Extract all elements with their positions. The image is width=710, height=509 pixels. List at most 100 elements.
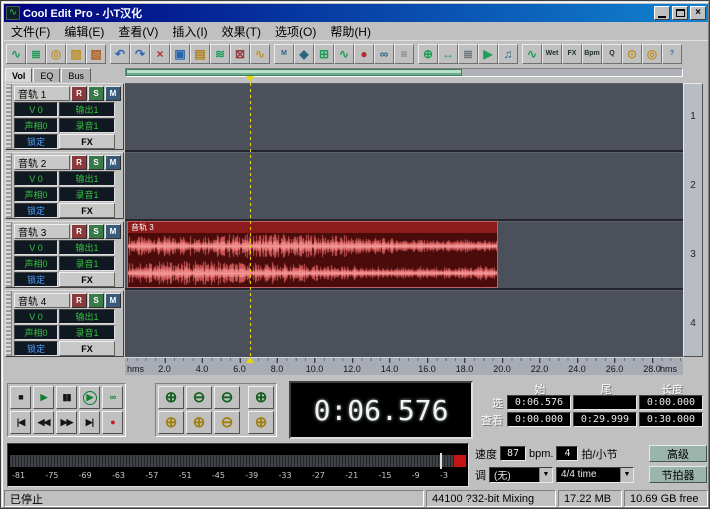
menu-effects[interactable]: 效果(T)	[215, 22, 268, 41]
loop-duplicate-icon[interactable]: ∞	[374, 43, 394, 64]
timeline-ruler[interactable]: hms hms 2.0 4.0 6.0 8.0 10.0 12.0 14.0 16.0 18.0…	[125, 357, 683, 375]
crossfade-icon[interactable]: ∿	[250, 43, 270, 64]
track-name-button[interactable]: 音轨 3	[14, 224, 70, 239]
mute-button[interactable]: M	[105, 224, 121, 239]
mute-button[interactable]: M	[105, 293, 121, 308]
zoom-out-button[interactable]: ⊖	[186, 386, 212, 409]
playhead-top-marker[interactable]	[246, 76, 254, 82]
menu-view[interactable]: 查看(V)	[111, 22, 165, 41]
quantize-icon[interactable]: Q	[602, 43, 622, 64]
play-looped-button[interactable]: ▶	[79, 386, 100, 409]
clock-icon[interactable]: ⊙	[622, 43, 642, 64]
cd-project-view-icon[interactable]: ◎	[46, 43, 66, 64]
output-button[interactable]: 输出1	[59, 171, 115, 186]
scrollbar-thumb[interactable]	[126, 69, 462, 76]
zoom-tool-icon[interactable]: ⊕	[418, 43, 438, 64]
fx-button[interactable]: FX	[59, 203, 115, 218]
delete-clip-icon[interactable]: ⊠	[230, 43, 250, 64]
level-meter[interactable]: -81 -75 -69 -63 -57 -51 -45 -39 -33 -27 -21 -15 -9 -3	[7, 443, 469, 487]
undo-icon[interactable]: ↶	[110, 43, 130, 64]
zoom-in-button[interactable]: ⊕	[158, 386, 184, 409]
zoom-sel-left-button[interactable]: ⊕	[158, 411, 184, 434]
volume-button[interactable]: V 0	[14, 240, 58, 255]
volume-button[interactable]: V 0	[14, 102, 58, 117]
tab-eq[interactable]: EQ	[33, 68, 61, 82]
multitrack-view-icon[interactable]: ≣	[26, 43, 46, 64]
pause-button[interactable]: ▮▮	[56, 386, 77, 409]
horizontal-scrollbar[interactable]	[125, 68, 683, 77]
lock-button[interactable]: 锁定	[14, 272, 58, 287]
clip-envelope-icon[interactable]: ∿	[334, 43, 354, 64]
volume-button[interactable]: V 0	[14, 309, 58, 324]
go-to-end-button[interactable]: ▶|	[79, 411, 100, 434]
record-arm-button[interactable]: R	[71, 86, 87, 101]
track-name-button[interactable]: 音轨 4	[14, 293, 70, 308]
go-to-start-button[interactable]: |◀	[10, 411, 31, 434]
beats-field[interactable]: 4	[556, 446, 579, 461]
bpm-icon[interactable]: Bpm	[582, 43, 602, 64]
redo-icon[interactable]: ↷	[130, 43, 150, 64]
pan-button[interactable]: 声相0	[14, 256, 58, 271]
punch-in-icon[interactable]: ●	[354, 43, 374, 64]
menu-help[interactable]: 帮助(H)	[323, 22, 378, 41]
zoom-to-selection-button[interactable]: ⊕	[248, 386, 274, 409]
zoom-vertical-button[interactable]: ⊕	[248, 411, 274, 434]
av-meter-icon[interactable]: ∿	[522, 43, 542, 64]
playhead-bottom-marker[interactable]	[246, 357, 254, 363]
fx-button[interactable]: FX	[59, 341, 115, 356]
solo-button[interactable]: S	[88, 86, 104, 101]
open-file-icon[interactable]: ▨	[66, 43, 86, 64]
record-arm-button[interactable]: R	[71, 224, 87, 239]
tempo-field[interactable]: 87	[500, 446, 526, 461]
close-button[interactable]: ×	[690, 6, 706, 20]
cue-list-icon[interactable]: ≣	[458, 43, 478, 64]
pan-button[interactable]: 声相0	[14, 325, 58, 340]
help-icon[interactable]: ?	[662, 43, 682, 64]
mute-button[interactable]: M	[105, 86, 121, 101]
title-bar[interactable]: ∿ Cool Edit Pro - 小T汉化 ×	[4, 4, 708, 22]
maximize-button[interactable]	[672, 6, 688, 20]
advanced-button[interactable]: 高级	[649, 445, 707, 462]
mix-paste-icon[interactable]: ≋	[210, 43, 230, 64]
wet-dry-icon[interactable]: Wet	[542, 43, 562, 64]
rec-device-button[interactable]: 录音1	[59, 325, 115, 340]
audio-clip[interactable]: 音轨 3	[127, 221, 498, 288]
output-button[interactable]: 输出1	[59, 102, 115, 117]
mute-clip-icon[interactable]: M	[274, 43, 294, 64]
track-lane-1[interactable]	[125, 83, 683, 150]
record-arm-button[interactable]: R	[71, 155, 87, 170]
time-signature-select[interactable]: 4/4 time ▼	[556, 466, 634, 483]
minimize-button[interactable]	[654, 6, 670, 20]
track-name-button[interactable]: 音轨 1	[14, 86, 70, 101]
menu-edit[interactable]: 编辑(E)	[57, 22, 111, 41]
play-button[interactable]: ▶	[33, 386, 54, 409]
zoom-sel-right-button[interactable]: ⊕	[186, 411, 212, 434]
save-file-icon[interactable]: ▧	[86, 43, 106, 64]
record-button[interactable]: ●	[102, 411, 123, 434]
clip-properties-icon[interactable]: ≡	[394, 43, 414, 64]
pan-button[interactable]: 声相0	[14, 187, 58, 202]
pan-button[interactable]: 声相0	[14, 118, 58, 133]
solo-button[interactable]: S	[88, 293, 104, 308]
multitrack-display[interactable]: 音轨 3	[125, 83, 683, 357]
record-arm-button[interactable]: R	[71, 293, 87, 308]
rec-device-button[interactable]: 录音1	[59, 118, 115, 133]
time-display[interactable]: 0:06.576	[289, 381, 473, 439]
paste-icon[interactable]: ▤	[190, 43, 210, 64]
lock-button[interactable]: 锁定	[14, 341, 58, 356]
rec-device-button[interactable]: 录音1	[59, 256, 115, 271]
track-number-1[interactable]: 1	[684, 111, 702, 122]
fx-rack-icon[interactable]: FX	[562, 43, 582, 64]
metronome-button[interactable]: 节拍器	[649, 466, 707, 483]
key-select[interactable]: (无) ▼	[489, 466, 553, 483]
output-button[interactable]: 输出1	[59, 240, 115, 255]
track-name-button[interactable]: 音轨 2	[14, 155, 70, 170]
track-lane-4[interactable]	[125, 290, 683, 357]
meter-clip-indicator[interactable]	[454, 455, 466, 467]
tab-bus[interactable]: Bus	[61, 68, 91, 82]
chevron-down-icon[interactable]: ▼	[620, 467, 633, 482]
mixer-icon[interactable]: ♫	[498, 43, 518, 64]
menu-insert[interactable]: 插入(I)	[165, 22, 214, 41]
fx-button[interactable]: FX	[59, 134, 115, 149]
menu-file[interactable]: 文件(F)	[4, 22, 57, 41]
